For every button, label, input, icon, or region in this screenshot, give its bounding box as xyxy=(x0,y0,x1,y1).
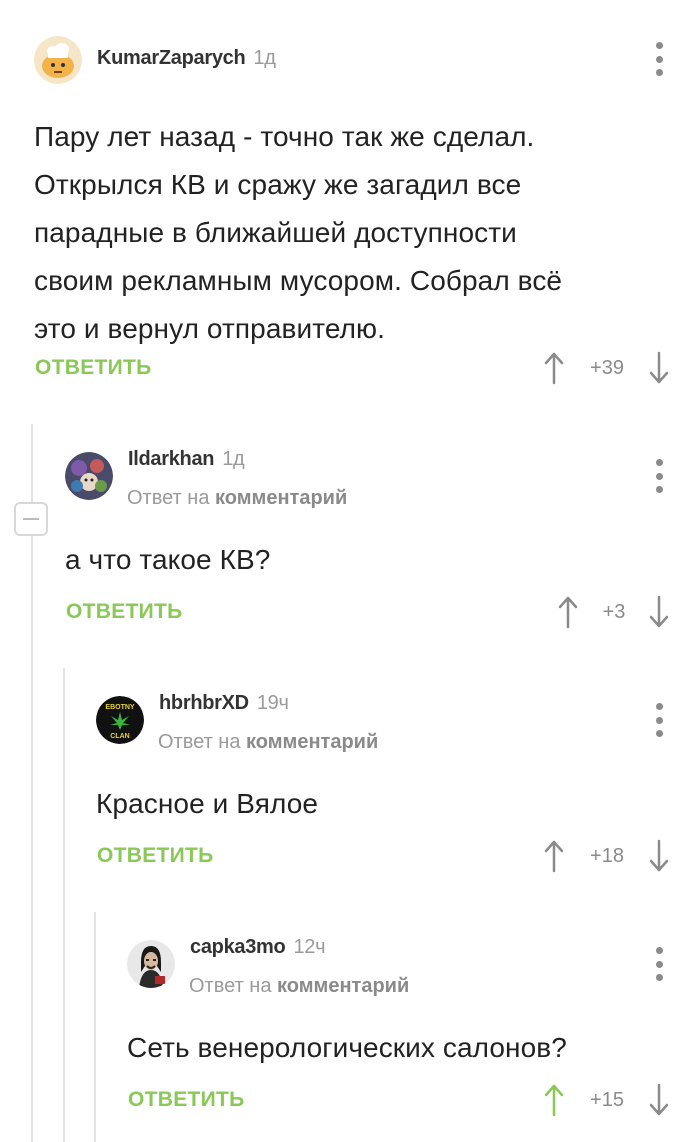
more-vertical-icon xyxy=(655,42,663,49)
upvote-button[interactable] xyxy=(543,351,565,385)
more-options-button[interactable] xyxy=(654,703,664,737)
reply-button[interactable]: ОТВЕТИТЬ xyxy=(66,600,183,624)
reply-to-label: Ответ на комментарий xyxy=(127,487,348,509)
more-vertical-icon xyxy=(655,459,663,466)
reply-button[interactable]: ОТВЕТИТЬ xyxy=(128,1088,245,1112)
avatar[interactable] xyxy=(65,452,113,500)
comment-score: +3 xyxy=(602,601,626,623)
more-options-button[interactable] xyxy=(654,459,664,493)
comment-text: Красное и Вялое xyxy=(96,788,319,819)
arrow-up-icon xyxy=(558,596,578,629)
arrow-up-icon xyxy=(544,352,564,385)
downvote-button[interactable] xyxy=(648,595,670,629)
downvote-button[interactable] xyxy=(648,1083,670,1117)
reply-to-comment-link[interactable]: комментарий xyxy=(215,487,347,509)
reply-button[interactable]: ОТВЕТИТЬ xyxy=(35,356,152,380)
arrow-down-icon xyxy=(649,595,669,628)
username[interactable]: KumarZaparych 1д xyxy=(97,47,276,70)
svg-text:EBOTNY: EBOTNY xyxy=(105,704,135,711)
username[interactable]: Ildarkhan 1д xyxy=(128,448,245,471)
reply-button[interactable]: ОТВЕТИТЬ xyxy=(97,844,214,868)
comment-score: +18 xyxy=(590,845,624,867)
comment-time: 1д xyxy=(253,47,276,69)
reply-to-label: Ответ на комментарий xyxy=(189,975,410,997)
comment-time: 1д xyxy=(222,448,245,470)
avatar[interactable] xyxy=(127,940,175,988)
svg-text:CLAN: CLAN xyxy=(110,733,129,740)
downvote-button[interactable] xyxy=(648,839,670,873)
thread-line-level-2 xyxy=(63,668,65,1142)
arrow-down-icon xyxy=(649,351,669,384)
arrow-up-icon xyxy=(544,840,564,873)
collapse-thread-button[interactable] xyxy=(14,502,48,536)
arrow-up-icon xyxy=(544,1084,564,1117)
more-options-button[interactable] xyxy=(654,947,664,981)
reply-to-comment-link[interactable]: комментарий xyxy=(277,975,409,997)
comment-score: +39 xyxy=(590,357,624,379)
username[interactable]: hbrhbrXD 19ч xyxy=(159,692,289,715)
upvote-button[interactable] xyxy=(543,1083,565,1117)
comment-score: +15 xyxy=(590,1089,624,1111)
minus-icon xyxy=(23,518,39,520)
thread-line-level-3 xyxy=(94,912,96,1142)
comment-text: Пару лет назад - точно так же сделал. От… xyxy=(34,121,563,344)
avatar[interactable] xyxy=(34,36,82,84)
username[interactable]: capka3mo 12ч xyxy=(190,936,326,959)
comment-time: 19ч xyxy=(256,692,289,714)
avatar[interactable]: EBOTNY CLAN xyxy=(96,696,144,744)
upvote-button[interactable] xyxy=(557,595,579,629)
more-vertical-icon xyxy=(655,703,663,710)
upvote-button[interactable] xyxy=(543,839,565,873)
more-options-button[interactable] xyxy=(654,42,664,76)
more-vertical-icon xyxy=(655,947,663,954)
reply-to-comment-link[interactable]: комментарий xyxy=(246,731,378,753)
comment-time: 12ч xyxy=(293,936,326,958)
downvote-button[interactable] xyxy=(648,351,670,385)
arrow-down-icon xyxy=(649,839,669,872)
comment-text: а что такое КВ? xyxy=(65,544,271,575)
comment-text: Сеть венерологических салонов? xyxy=(127,1032,567,1063)
reply-to-label: Ответ на комментарий xyxy=(158,731,379,753)
arrow-down-icon xyxy=(649,1083,669,1116)
